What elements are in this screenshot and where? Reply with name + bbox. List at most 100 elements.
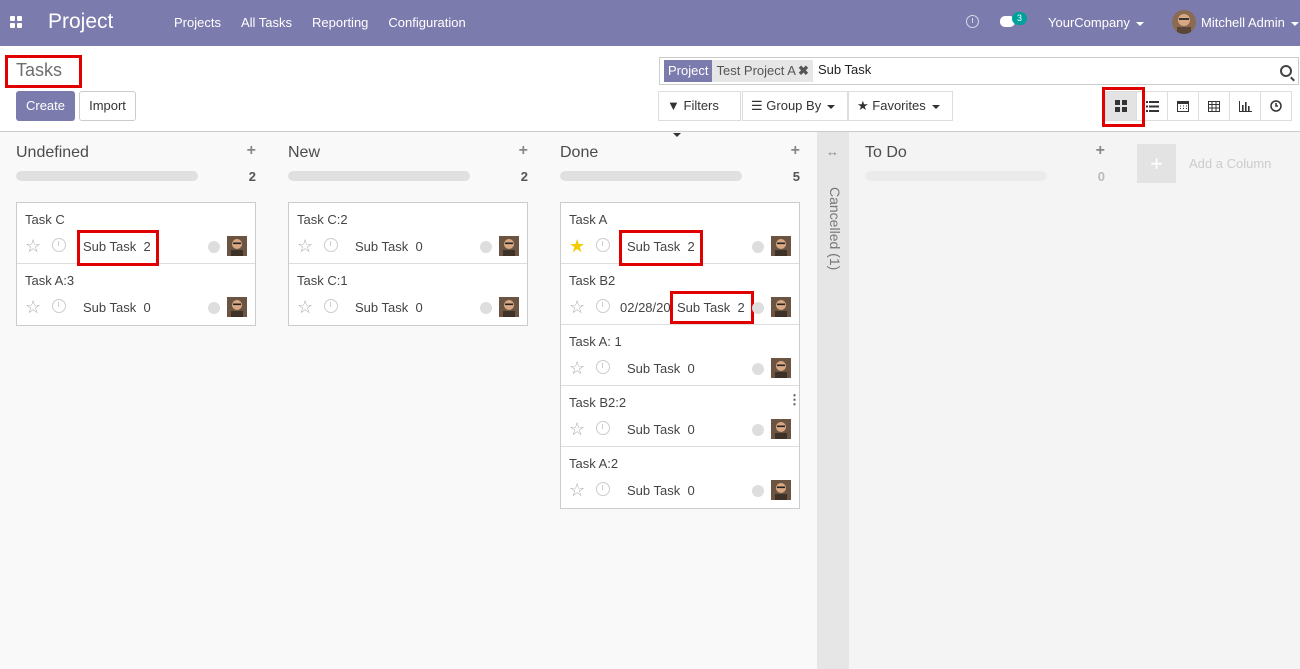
subtask-button[interactable]: Sub Task 0	[83, 300, 151, 315]
search-bar: Project Test Project A ✖	[659, 57, 1299, 85]
card-title: Task C	[25, 212, 65, 227]
filters-button[interactable]: ▼ Filters	[658, 91, 741, 137]
remove-facet-icon[interactable]: ✖	[798, 63, 809, 78]
subtask-button[interactable]: Sub Task 0	[355, 239, 423, 254]
card-title: Task A:2	[569, 456, 619, 471]
activity-clock-icon[interactable]	[596, 360, 610, 374]
subtask-button[interactable]: Sub Task 0	[355, 300, 423, 315]
assignee-avatar	[499, 236, 519, 256]
kanban-state-dot[interactable]	[752, 241, 764, 253]
kanban-card[interactable]: Task C:1 ☆ Sub Task 0	[289, 264, 527, 325]
activity-clock-icon[interactable]	[324, 299, 338, 313]
user-avatar[interactable]	[1172, 10, 1196, 34]
assignee-avatar	[227, 297, 247, 317]
kanban-card[interactable]: Task C:2 ☆ Sub Task 0	[289, 203, 527, 264]
activity-clock-icon[interactable]	[324, 238, 338, 252]
activity-clock-icon[interactable]	[596, 299, 610, 313]
search-input[interactable]	[818, 62, 1218, 77]
activity-clock-icon[interactable]	[52, 238, 66, 252]
activity-clock-icon[interactable]	[596, 421, 610, 435]
kanban-state-dot[interactable]	[752, 424, 764, 436]
column-progress-bar	[288, 171, 470, 181]
pivot-view-button[interactable]	[1198, 91, 1230, 121]
facet-value: Test Project A ✖	[712, 60, 813, 82]
activity-clock-icon[interactable]	[596, 482, 610, 496]
quick-create-plus-icon[interactable]: +	[791, 142, 800, 160]
card-menu-kebab-icon[interactable]: ⋮	[788, 393, 801, 406]
user-menu[interactable]: Mitchell Admin	[1201, 15, 1299, 30]
kanban-state-dot[interactable]	[752, 363, 764, 375]
subtask-button[interactable]: Sub Task 0	[627, 361, 695, 376]
kanban-card[interactable]: Task A: 1 ☆ Sub Task 0	[561, 325, 799, 386]
activity-view-button[interactable]	[1260, 91, 1292, 121]
kanban-card[interactable]: Task A ★ Sub Task 2	[561, 203, 799, 266]
graph-view-button[interactable]	[1229, 91, 1261, 121]
bar-chart-icon	[1238, 100, 1252, 112]
search-facet: Project Test Project A ✖	[664, 60, 813, 82]
priority-star-icon[interactable]: ★	[569, 237, 585, 255]
quick-create-plus-icon[interactable]: +	[519, 142, 528, 160]
priority-star-icon[interactable]: ☆	[569, 359, 585, 377]
kanban-card[interactable]: Task B2 ☆ 02/28/20 Sub Task 2	[561, 264, 799, 325]
app-brand[interactable]: Project	[48, 10, 113, 34]
company-name: YourCompany	[1048, 15, 1130, 30]
kanban-column-todo-area: To Do + 0 + Add a Column	[849, 132, 1300, 669]
caret-down-icon	[827, 104, 836, 109]
unfold-arrows-icon[interactable]: ↔	[826, 144, 839, 159]
create-button[interactable]: Create	[16, 91, 75, 121]
kanban-state-dot[interactable]	[480, 241, 492, 253]
priority-star-icon[interactable]: ☆	[569, 481, 585, 499]
assignee-avatar	[771, 358, 791, 378]
assignee-avatar	[499, 297, 519, 317]
highlight-box	[1102, 87, 1145, 127]
quick-create-plus-icon[interactable]: +	[247, 142, 256, 160]
kanban-card[interactable]: Task B2:2 ⋮ ☆ Sub Task 0	[561, 386, 801, 447]
add-column-plus-icon[interactable]: +	[1137, 144, 1176, 183]
card-title: Task C:1	[297, 273, 348, 288]
column-title: Undefined	[16, 144, 89, 161]
list-icon: ☰	[751, 98, 763, 113]
activity-clock-icon[interactable]	[52, 299, 66, 313]
priority-star-icon[interactable]: ☆	[297, 237, 313, 255]
search-icon[interactable]	[1280, 65, 1292, 77]
folded-column-cancelled[interactable]: ↔ Cancelled (1)	[817, 132, 849, 669]
kanban-state-dot[interactable]	[480, 302, 492, 314]
menu-configuration[interactable]: Configuration	[378, 15, 475, 30]
priority-star-icon[interactable]: ☆	[25, 298, 41, 316]
import-button[interactable]: Import	[79, 91, 136, 121]
subtask-button[interactable]: Sub Task 0	[627, 422, 695, 437]
kanban-card[interactable]: Task A:2 ☆ Sub Task 0	[561, 447, 799, 508]
column-cards: Task C:2 ☆ Sub Task 0 Task C:1 ☆ Sub Tas…	[288, 202, 528, 326]
menu-reporting[interactable]: Reporting	[302, 15, 378, 30]
kanban-state-dot[interactable]	[752, 302, 764, 314]
kanban-card[interactable]: Task C ☆ Sub Task 2	[17, 203, 255, 266]
activity-clock-icon[interactable]	[966, 15, 979, 28]
calendar-icon	[1177, 101, 1189, 112]
kanban-state-dot[interactable]	[208, 302, 220, 314]
column-progress-bar	[16, 171, 198, 181]
menu-projects[interactable]: Projects	[164, 15, 231, 30]
kanban-card[interactable]: Task A:3 ☆ Sub Task 0	[17, 264, 255, 325]
assignee-avatar	[771, 236, 791, 256]
kanban-state-dot[interactable]	[752, 485, 764, 497]
quick-create-plus-icon[interactable]: +	[1096, 142, 1105, 160]
add-column-label[interactable]: Add a Column	[1189, 156, 1271, 171]
priority-star-icon[interactable]: ☆	[569, 298, 585, 316]
subtask-button[interactable]: Sub Task 0	[627, 483, 695, 498]
kanban-state-dot[interactable]	[208, 241, 220, 253]
menu-all-tasks[interactable]: All Tasks	[231, 15, 302, 30]
priority-star-icon[interactable]: ☆	[25, 237, 41, 255]
activity-clock-icon[interactable]	[596, 238, 610, 252]
column-cards: Task A ★ Sub Task 2 Task B2 ☆ 02/28/20 S…	[560, 202, 801, 509]
user-name: Mitchell Admin	[1201, 15, 1285, 30]
clock-icon	[1270, 100, 1282, 112]
favorites-button[interactable]: ★ Favorites	[848, 91, 953, 121]
company-switcher[interactable]: YourCompany	[1048, 15, 1144, 30]
calendar-view-button[interactable]	[1167, 91, 1199, 121]
priority-star-icon[interactable]: ☆	[297, 298, 313, 316]
group-by-button[interactable]: ☰ Group By	[742, 91, 848, 121]
column-title: New	[288, 144, 321, 161]
priority-star-icon[interactable]: ☆	[569, 420, 585, 438]
apps-menu-icon[interactable]	[10, 16, 23, 29]
card-title: Task A: 1	[569, 334, 622, 349]
